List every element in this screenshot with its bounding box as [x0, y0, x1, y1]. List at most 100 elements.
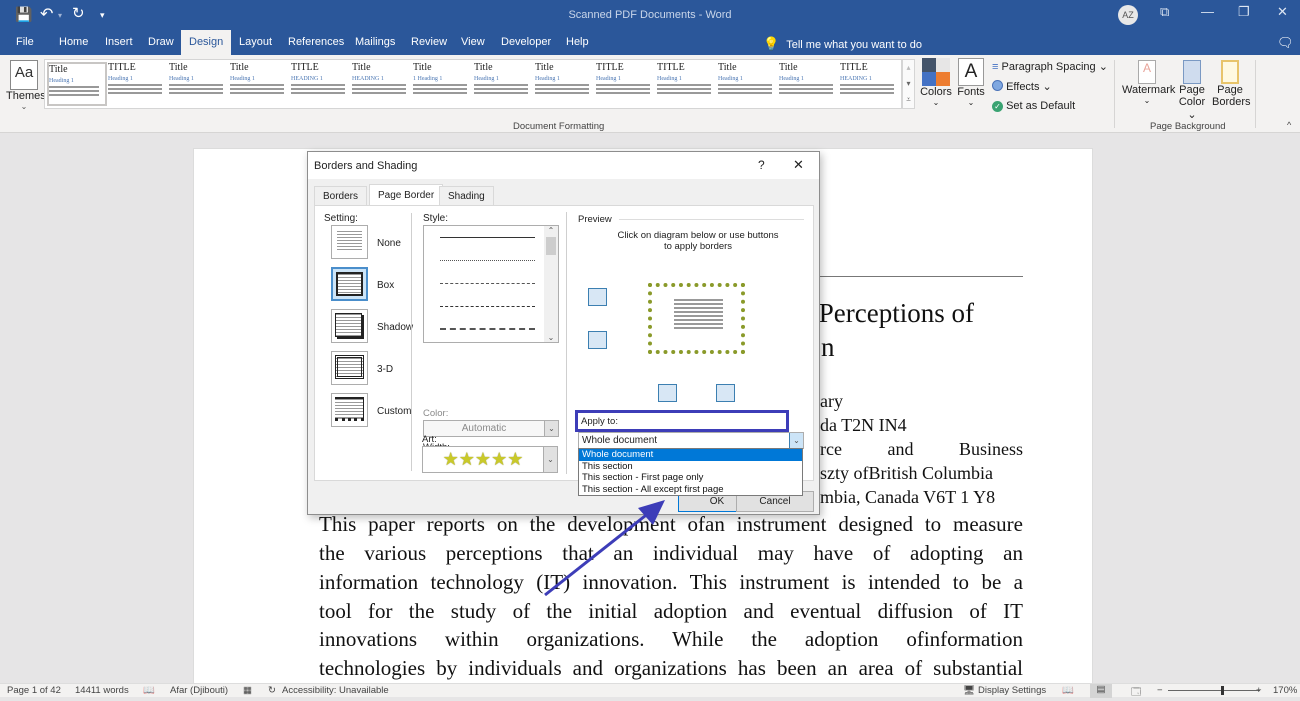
zoom-in-button[interactable]: + [1256, 685, 1262, 696]
scroll-down-icon[interactable]: ⌄ [544, 333, 558, 342]
ribbon-display-options-icon[interactable]: ⧉ [1160, 4, 1169, 20]
zoom-level[interactable]: 170% [1273, 685, 1297, 696]
preview-diagram[interactable] [648, 283, 745, 354]
user-avatar[interactable]: AZ [1118, 5, 1138, 25]
tab-insert[interactable]: Insert [103, 30, 135, 55]
page-count[interactable]: Page 1 of 42 [7, 685, 61, 696]
tab-review[interactable]: Review [409, 30, 449, 55]
tab-design[interactable]: Design [181, 30, 232, 55]
style-set-item[interactable]: Title Heading 1 [47, 62, 107, 106]
style-option-dash[interactable] [440, 306, 535, 307]
style-set-item[interactable]: Title Heading 1 [535, 62, 595, 106]
read-mode-icon[interactable]: 📖 [1062, 685, 1074, 696]
minimize-button[interactable]: — [1201, 4, 1214, 19]
zoom-out-button[interactable]: − [1157, 685, 1163, 696]
tab-references[interactable]: References [286, 30, 346, 55]
tab-layout[interactable]: Layout [237, 30, 274, 55]
set-as-default-button[interactable]: ✓ Set as Default [992, 100, 1075, 112]
style-set-item[interactable]: Title Heading 1 [718, 62, 778, 106]
color-dropdown[interactable]: Automatic ⌄ [423, 420, 559, 437]
top-border-button[interactable] [588, 288, 607, 306]
themes-button[interactable]: Aa Themes ⌄ [6, 58, 46, 118]
paragraph-spacing-button[interactable]: ≡ Paragraph Spacing ⌄ [992, 60, 1108, 73]
proofing-icon[interactable]: 📖 [143, 685, 155, 696]
style-set-item[interactable]: Title HEADING 1 [352, 62, 412, 106]
chevron-down-icon[interactable]: ⌄ [789, 433, 803, 448]
style-set-item[interactable]: TITLE Heading 1 [108, 62, 168, 106]
right-border-button[interactable] [716, 384, 735, 402]
style-list[interactable]: ⌃ ⌄ [423, 225, 559, 343]
word-count[interactable]: 14411 words [75, 685, 129, 696]
scroll-up-icon[interactable]: ⌃ [544, 226, 558, 235]
language-indicator[interactable]: Afar (Djibouti) [170, 685, 228, 696]
zoom-slider[interactable] [1168, 690, 1260, 691]
tab-mailings[interactable]: Mailings [353, 30, 397, 55]
chevron-down-icon[interactable]: ⌄ [543, 447, 557, 472]
style-set-item[interactable]: Title Heading 1 [474, 62, 534, 106]
style-set-item[interactable]: Title Heading 1 [779, 62, 839, 106]
gallery-more-icon[interactable]: ⩡ [903, 92, 914, 108]
zoom-slider-thumb[interactable] [1221, 686, 1225, 695]
effects-button[interactable]: Effects ⌄ [992, 80, 1052, 93]
watermark-button[interactable]: A Watermark ⌄ [1122, 60, 1175, 105]
page-color-button[interactable]: Page Color ⌄ [1174, 60, 1210, 121]
style-set-item[interactable]: Title Heading 1 [169, 62, 229, 106]
left-border-button[interactable] [658, 384, 677, 402]
tab-help[interactable]: Help [564, 30, 591, 55]
tab-file[interactable]: File [14, 30, 36, 55]
colors-button[interactable]: Colors ⌄ [920, 58, 952, 107]
setting-custom-label[interactable]: Custom [377, 406, 411, 417]
style-option-solid[interactable] [440, 237, 535, 238]
option-first-page-only[interactable]: This section - First page only [579, 472, 802, 484]
tab-draw[interactable]: Draw [146, 30, 176, 55]
setting-none-option[interactable] [331, 225, 368, 259]
setting-box-option[interactable] [331, 267, 368, 301]
gallery-up-icon[interactable]: ▴ [903, 60, 914, 76]
art-dropdown[interactable]: ★★★★★ ⌄ [422, 446, 558, 473]
close-window-button[interactable]: ✕ [1277, 4, 1288, 20]
style-set-item[interactable]: TITLE HEADING 1 [840, 62, 900, 106]
setting-none-label[interactable]: None [377, 238, 401, 249]
tell-me-search[interactable]: 💡 Tell me what you want to do [763, 36, 922, 52]
macro-icon[interactable]: ▦ [243, 685, 252, 696]
accessibility-status[interactable]: Accessibility: Unavailable [282, 685, 389, 696]
restore-button[interactable]: ❐ [1238, 4, 1250, 20]
style-option-dash-dot[interactable] [440, 328, 535, 330]
gallery-down-icon[interactable]: ▾ [903, 76, 914, 92]
style-set-item[interactable]: Title Heading 1 [230, 62, 290, 106]
tab-shading[interactable]: Shading [439, 186, 494, 205]
apply-to-dropdown[interactable]: Whole document ⌄ [578, 432, 804, 449]
style-set-item[interactable]: Title 1 Heading 1 [413, 62, 473, 106]
help-button[interactable]: ? [758, 158, 765, 172]
display-settings-button[interactable]: Display Settings [978, 685, 1046, 696]
tab-developer[interactable]: Developer [499, 30, 553, 55]
close-dialog-button[interactable]: ✕ [793, 157, 804, 173]
tab-home[interactable]: Home [57, 30, 90, 55]
apply-to-options-list[interactable]: Whole document This section This section… [578, 448, 803, 496]
scroll-thumb[interactable] [546, 237, 556, 255]
page-borders-button[interactable]: Page Borders [1212, 60, 1251, 108]
tab-page-border[interactable]: Page Border [369, 184, 444, 206]
style-option-small-dash[interactable] [440, 283, 535, 284]
tab-view[interactable]: View [459, 30, 487, 55]
bottom-border-button[interactable] [588, 331, 607, 349]
style-set-item[interactable]: TITLE Heading 1 [596, 62, 656, 106]
style-scrollbar[interactable]: ⌃ ⌄ [544, 226, 558, 342]
print-layout-icon[interactable]: ▤ [1090, 684, 1112, 698]
fonts-button[interactable]: A Fonts ⌄ [956, 58, 986, 107]
setting-shadow-option[interactable] [331, 309, 368, 343]
option-this-section[interactable]: This section [579, 461, 802, 473]
setting-custom-option[interactable] [331, 393, 368, 427]
tab-borders[interactable]: Borders [314, 186, 368, 205]
collapse-ribbon-icon[interactable]: ^ [1287, 120, 1291, 130]
style-set-item[interactable]: TITLE Heading 1 [657, 62, 717, 106]
comments-icon[interactable]: 🗨 [1277, 35, 1294, 51]
setting-shadow-label[interactable]: Shadow [377, 322, 413, 333]
style-option-dotted[interactable] [440, 260, 535, 261]
option-whole-document[interactable]: Whole document [579, 449, 802, 461]
chevron-down-icon[interactable]: ⌄ [544, 421, 558, 436]
web-layout-icon[interactable]: 🗔 [1131, 685, 1141, 701]
setting-box-label[interactable]: Box [377, 280, 394, 291]
setting-3d-label[interactable]: 3-D [377, 364, 393, 375]
gallery-scroll[interactable]: ▴ ▾ ⩡ [902, 59, 915, 109]
